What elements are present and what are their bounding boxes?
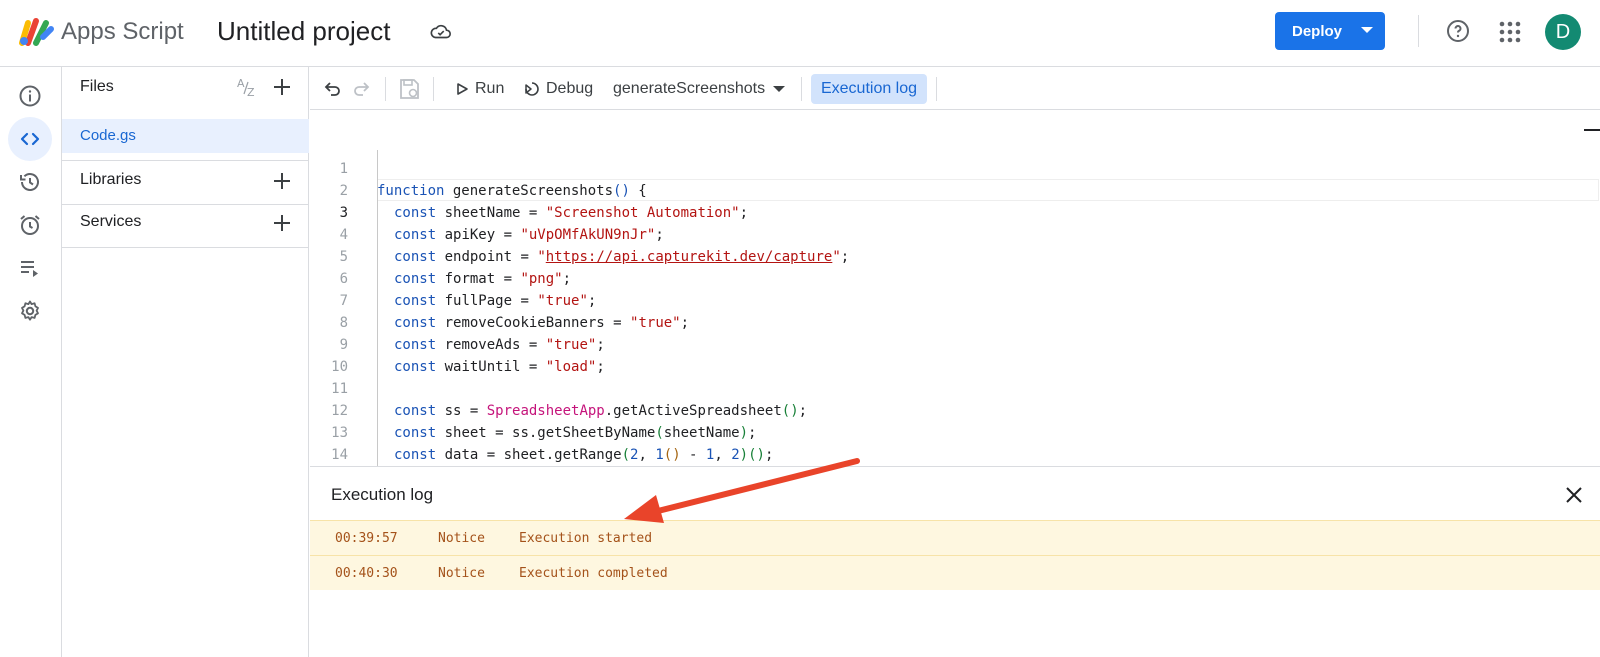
divider [385,77,386,101]
cloud-saved-icon [430,24,451,39]
execution-log-button[interactable]: Execution log [811,74,927,104]
rail-editor[interactable] [8,117,52,161]
files-panel: Files A Z Code.gs Libraries Services [62,67,309,657]
services-heading: Services [80,213,142,230]
code-line: 2 const sheetName = "Screenshot Automati… [310,158,1600,221]
chevron-down-icon[interactable] [1361,27,1373,33]
code-line: 8 const removeAds = "true"; [310,290,1600,353]
log-entry: 00:39:57 Notice Execution started [310,520,1600,555]
divider [62,247,309,248]
help-icon[interactable] [1446,19,1470,43]
log-message: Execution completed [519,566,668,581]
divider [936,77,937,101]
log-level: Notice [438,566,485,581]
function-select-value: generateScreenshots [613,79,766,97]
rail-overview[interactable] [8,74,52,118]
code-line: 6 const fullPage = "true"; [310,246,1600,309]
divider [433,77,434,101]
debug-label: Debug [546,79,594,97]
log-time: 00:40:30 [335,566,398,581]
rail-triggers[interactable] [8,203,52,247]
rail-executions[interactable] [8,246,52,290]
file-name: Code.gs [80,127,136,144]
log-level: Notice [438,531,485,546]
close-icon[interactable] [1563,484,1585,506]
divider [62,160,309,161]
avatar[interactable]: D [1545,14,1581,50]
undo-icon[interactable] [322,79,342,99]
log-time: 00:39:57 [335,531,398,546]
rail-settings[interactable] [8,289,52,333]
code-line: 5 const format = "png"; [310,224,1600,287]
code-line: 12 const sheet = ss.getSheetByName(sheet… [310,378,1600,441]
project-title[interactable]: Untitled project [217,16,390,47]
alarm-icon [20,215,40,235]
chevron-down-icon [773,85,786,92]
editor-toolbar: Run Debug generateScreenshots Execution … [310,67,1600,110]
log-entry: 00:40:30 Notice Execution completed [310,555,1600,590]
code-line: 4 const endpoint = "https://api.capturek… [310,202,1600,265]
divider [62,204,309,205]
svg-text:A: A [237,77,245,90]
navigation-rail [0,67,62,657]
file-item-code-gs[interactable]: Code.gs [62,119,309,153]
add-library-plus-icon[interactable] [272,171,292,191]
play-icon [457,82,468,95]
apps-script-logo-icon[interactable] [18,17,54,47]
code-line: 3 const apiKey = "uVpOMfAkUN9nJr"; [310,180,1600,243]
code-icon [20,132,40,146]
svg-text:Z: Z [247,86,255,98]
divider [1418,15,1419,47]
libraries-heading: Libraries [80,171,142,188]
rail-project-history[interactable] [8,160,52,204]
function-select[interactable]: generateScreenshots [613,67,786,110]
history-icon [20,173,39,191]
execution-log-panel: Execution log 00:39:57 Notice Execution … [310,466,1600,657]
add-file-plus-icon[interactable] [272,77,292,97]
code-line: 7 const removeCookieBanners = "true"; [310,268,1600,331]
info-icon [19,85,41,107]
debug-icon [525,81,539,96]
save-icon[interactable] [397,77,421,101]
files-heading: Files [80,78,114,95]
code-line: 13 const data = sheet.getRange(2, 1() - … [310,400,1600,463]
code-line: 10 [310,334,1600,375]
app-name[interactable]: Apps Script [61,18,184,46]
code-line: 9 const waitUntil = "load"; [310,312,1600,375]
log-message: Execution started [519,531,653,546]
run-label: Run [475,79,505,97]
google-apps-grid-icon[interactable] [1499,21,1521,43]
deploy-button[interactable]: Deploy [1275,12,1385,50]
code-line: 1 function generateScreenshots() { [310,136,1600,199]
gear-icon [21,300,39,321]
code-line: 15 [310,444,1600,485]
divider [801,77,802,101]
debug-button[interactable]: Debug [523,67,593,110]
executions-icon [21,261,38,277]
code-editor[interactable]: 1 function generateScreenshots() { 2 con… [310,110,1600,485]
top-bar: Apps Script Untitled project Deploy D [0,0,1600,67]
overview-ruler-mark [1584,129,1600,131]
redo-icon[interactable] [352,79,372,99]
code-line: 14 [310,422,1600,463]
add-service-plus-icon[interactable] [272,213,292,233]
sort-az-icon[interactable]: A Z [236,76,260,98]
run-button[interactable]: Run [455,67,504,110]
deploy-label: Deploy [1292,22,1343,40]
execution-log-title: Execution log [331,485,434,504]
code-line: 11 const ss = SpreadsheetApp.getActiveSp… [310,356,1600,419]
annotation-arrow-icon [624,458,860,523]
